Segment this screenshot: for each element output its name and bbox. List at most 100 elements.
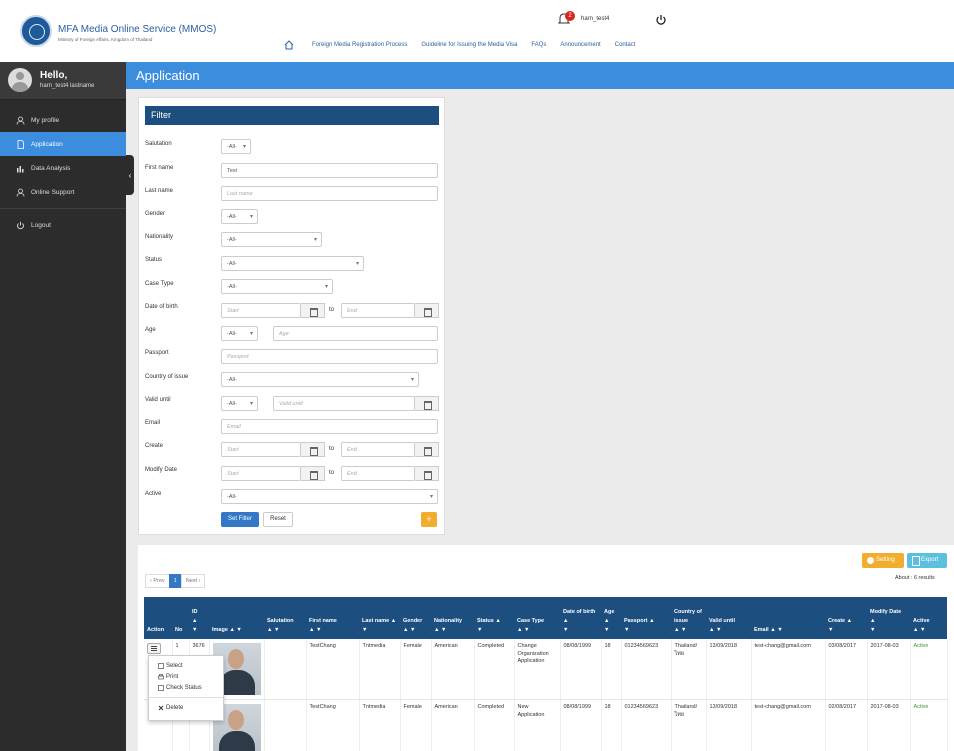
col-passport[interactable]: Passport ▲ ▼ xyxy=(621,597,671,639)
cell-case-type: Change Organization Application xyxy=(514,639,561,700)
col-id[interactable]: ID ▲ ▼ xyxy=(189,597,209,639)
col-email[interactable]: Email ▲ ▼ xyxy=(751,597,825,639)
sidebar-item-label: My profile xyxy=(31,116,60,124)
menu-item-print[interactable]: Print xyxy=(149,671,223,682)
cell-dob: 08/08/1999 xyxy=(560,639,602,700)
col-dob[interactable]: Date of birth ▲ ▼ xyxy=(560,597,601,639)
calendar-icon[interactable] xyxy=(415,466,439,481)
add-button[interactable]: + xyxy=(421,512,437,527)
cell-email: test-chang@gmail.com xyxy=(751,699,826,751)
user-icon xyxy=(16,116,25,125)
row-action-menu: Select Print Check Status Delete xyxy=(148,655,224,721)
hello-text: Hello, xyxy=(40,70,68,81)
col-country-of-issue[interactable]: Country of issue ▲ ▼ xyxy=(671,597,706,639)
col-gender[interactable]: Gender ▲ ▼ xyxy=(400,597,431,639)
sidebar-item-my-profile[interactable]: My profile xyxy=(0,108,126,132)
first-name-input[interactable]: Test xyxy=(221,163,438,178)
valid-until-input[interactable]: Valid until xyxy=(273,396,415,411)
valid-until-operator-select[interactable]: -All- xyxy=(221,396,258,411)
pagination: ‹ Prev 1 Next › xyxy=(145,574,206,588)
age-operator-select[interactable]: -All- xyxy=(221,326,258,341)
age-input[interactable]: Age xyxy=(273,326,438,341)
country-of-issue-select[interactable]: -All- xyxy=(221,372,419,387)
col-last-name[interactable]: Last name ▲ ▼ xyxy=(359,597,400,639)
col-salutation[interactable]: Salutation ▲ ▼ xyxy=(264,597,306,639)
last-name-input[interactable]: Last name xyxy=(221,186,438,201)
close-icon xyxy=(158,705,164,710)
first-name-label: First name xyxy=(145,165,174,171)
sidebar-item-application[interactable]: Application xyxy=(0,132,126,156)
set-filter-button[interactable]: Set Filter xyxy=(221,512,259,527)
calendar-icon[interactable] xyxy=(415,396,439,411)
calendar-icon[interactable] xyxy=(415,303,439,318)
col-active[interactable]: Active ▲ ▼ xyxy=(910,597,947,639)
pagination-next[interactable]: Next › xyxy=(180,574,206,588)
export-button[interactable]: Export xyxy=(907,553,947,568)
create-start-input[interactable]: Start xyxy=(221,442,301,457)
bar-chart-icon xyxy=(17,165,24,172)
applications-table: Action No ID ▲ ▼ Image ▲ ▼ Salutation ▲ ▼ F… xyxy=(144,597,948,751)
nav-faqs[interactable]: FAQs xyxy=(531,42,546,48)
setting-button[interactable]: Setting xyxy=(862,553,904,568)
cell-gender: Female xyxy=(400,699,432,751)
cell-passport: 01234569623 xyxy=(621,699,672,751)
user-fullname: harn_test4 lastname xyxy=(40,83,95,89)
nationality-select[interactable]: -All- xyxy=(221,232,322,247)
header-username[interactable]: harn_test4 xyxy=(581,16,609,22)
case-type-label: Case Type xyxy=(145,281,174,287)
calendar-icon[interactable] xyxy=(415,442,439,457)
col-status[interactable]: Status ▲ ▼ xyxy=(474,597,514,639)
calendar-icon[interactable] xyxy=(301,466,325,481)
nav-registration-process[interactable]: Foreign Media Registration Process xyxy=(312,42,407,48)
col-first-name[interactable]: First name ▲ ▼ xyxy=(306,597,359,639)
menu-item-delete[interactable]: Delete xyxy=(149,702,223,713)
brand-title[interactable]: MFA Media Online Service (MMOS) xyxy=(58,24,216,35)
sidebar-item-data-analysis[interactable]: Data Analysis xyxy=(0,156,126,180)
col-nationality[interactable]: Nationality ▲ ▼ xyxy=(431,597,474,639)
sidebar-collapse-toggle[interactable]: ‹ xyxy=(126,155,134,195)
case-type-select[interactable]: -All- xyxy=(221,279,333,294)
dob-end-input[interactable]: End xyxy=(341,303,415,318)
create-end-input[interactable]: End xyxy=(341,442,415,457)
status-label: Status xyxy=(145,257,163,263)
sidebar-item-logout[interactable]: Logout xyxy=(0,213,126,237)
pagination-prev[interactable]: ‹ Prev xyxy=(145,574,170,588)
reset-button[interactable]: Reset xyxy=(263,512,293,527)
document-icon xyxy=(158,662,164,669)
calendar-icon[interactable] xyxy=(301,442,325,457)
cell-country: Thailand/ ไทย xyxy=(671,639,707,700)
power-icon xyxy=(17,221,24,229)
menu-item-check-status[interactable]: Check Status xyxy=(149,682,223,693)
sidebar-item-online-support[interactable]: Online Support xyxy=(0,180,126,204)
email-input[interactable]: Email xyxy=(221,419,438,434)
col-action: Action xyxy=(144,597,172,639)
salutation-select[interactable]: -All- xyxy=(221,139,251,154)
modify-end-input[interactable]: End xyxy=(341,466,415,481)
email-label: Email xyxy=(145,420,161,426)
status-select[interactable]: -All- xyxy=(221,256,364,271)
col-modify-date[interactable]: Modify Date ▲ ▼ xyxy=(867,597,910,639)
home-icon[interactable] xyxy=(284,40,294,50)
col-image[interactable]: Image ▲ ▼ xyxy=(209,597,264,639)
active-select[interactable]: -All- xyxy=(221,489,438,504)
nav-announcement[interactable]: Announcement xyxy=(560,42,600,48)
mfa-logo[interactable] xyxy=(20,15,52,47)
col-create[interactable]: Create ▲ ▼ xyxy=(825,597,867,639)
cell-email: test-chang@gmail.com xyxy=(751,639,826,700)
menu-item-select[interactable]: Select xyxy=(149,660,223,671)
nav-guideline-media-visa[interactable]: Guideline for Issuing the Media Visa xyxy=(421,42,517,48)
power-icon[interactable] xyxy=(655,14,667,26)
modify-start-input[interactable]: Start xyxy=(221,466,301,481)
calendar-icon[interactable] xyxy=(301,303,325,318)
col-case-type[interactable]: Case Type ▲ ▼ xyxy=(514,597,560,639)
sidebar-item-label: Data Analysis xyxy=(31,164,71,172)
gender-select[interactable]: -All- xyxy=(221,209,258,224)
notification-badge[interactable]: 2 xyxy=(565,11,575,21)
col-age[interactable]: Age ▲ ▼ xyxy=(601,597,621,639)
table-row: TestChang Tntmedia Female American Compl… xyxy=(144,699,948,751)
dob-start-input[interactable]: Start xyxy=(221,303,301,318)
nav-contact[interactable]: Contact xyxy=(615,42,636,48)
col-valid-until[interactable]: Valid until ▲ ▼ xyxy=(706,597,751,639)
passport-input[interactable]: Passport xyxy=(221,349,438,364)
row-menu-button[interactable] xyxy=(147,643,161,654)
